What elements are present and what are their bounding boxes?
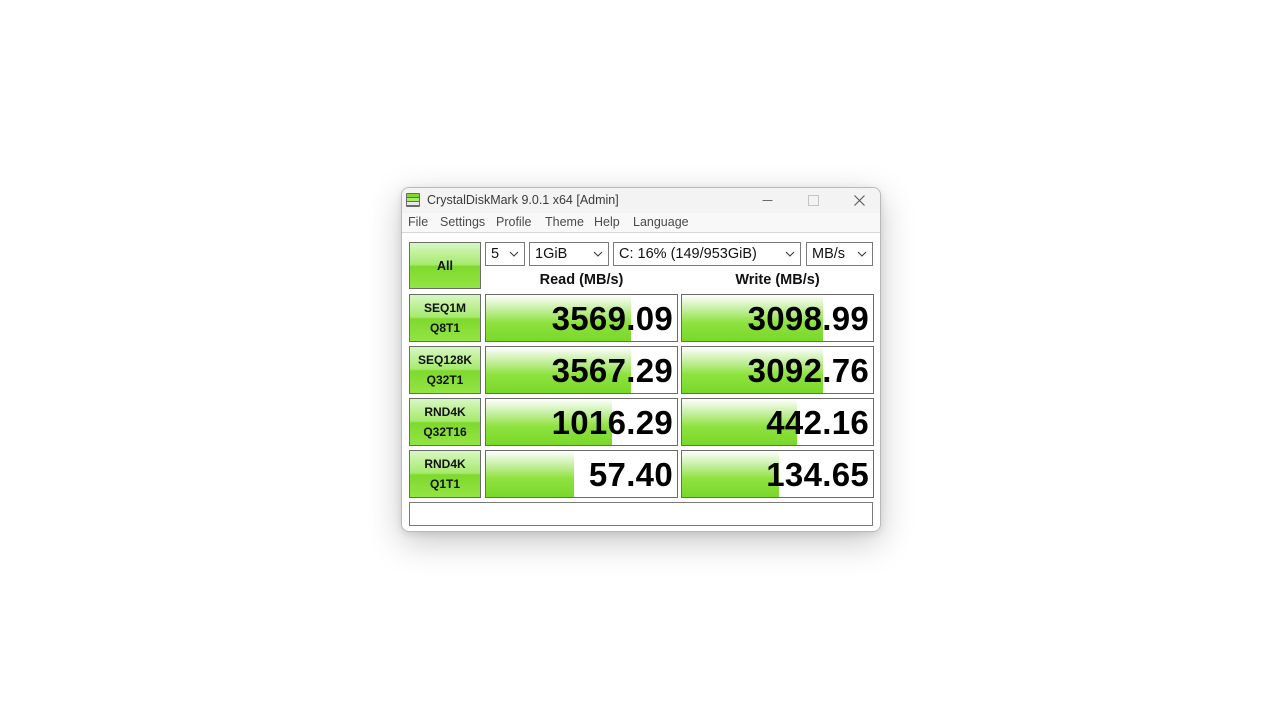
test-button-line2: Q8T1	[429, 321, 460, 335]
read-result-value: 3567.29	[551, 352, 673, 389]
write-result-cell: 3092.76	[681, 346, 874, 394]
test-size-select[interactable]: 1GiB	[529, 242, 609, 266]
write-result-value: 3098.99	[747, 300, 869, 337]
window-title: CrystalDiskMark 9.0.1 x64 [Admin]	[427, 193, 619, 207]
read-result-value: 57.40	[588, 456, 673, 493]
write-result-cell: 3098.99	[681, 294, 874, 342]
menu-file[interactable]: File	[408, 215, 428, 229]
read-result-cell: 3567.29	[485, 346, 678, 394]
write-column-header: Write (MB/s)	[735, 272, 820, 288]
close-icon	[853, 195, 865, 206]
write-result-value: 442.16	[766, 404, 869, 441]
write-progress-fill	[682, 451, 780, 497]
read-column-header: Read (MB/s)	[539, 272, 624, 288]
app-disk-icon	[406, 193, 420, 207]
chevron-down-icon	[857, 251, 867, 257]
chevron-down-icon	[593, 251, 603, 257]
menu-theme[interactable]: Theme	[545, 215, 584, 229]
test-count-select[interactable]: 5	[485, 242, 525, 266]
test-button-line1: RND4K	[424, 405, 466, 419]
menu-language[interactable]: Language	[633, 215, 689, 229]
test-button-line1: SEQ128K	[417, 353, 473, 367]
drive-value: C: 16% (149/953GiB)	[619, 246, 757, 262]
chevron-down-icon	[509, 251, 519, 257]
menu-settings[interactable]: Settings	[440, 215, 485, 229]
test-count-value: 5	[491, 246, 500, 262]
read-result-value: 3569.09	[551, 300, 673, 337]
write-result-cell: 442.16	[681, 398, 874, 446]
comment-field[interactable]	[409, 502, 873, 526]
unit-value: MB/s	[812, 246, 846, 262]
write-result-value: 3092.76	[747, 352, 869, 389]
minimize-icon	[762, 200, 772, 201]
benchmark-panel: All 5 1GiB C: 16% (149/953GiB) MB/s Read…	[402, 233, 880, 531]
close-button[interactable]	[836, 188, 880, 213]
test-button-line2: Q1T1	[429, 477, 460, 491]
read-result-value: 1016.29	[551, 404, 673, 441]
crystaldiskmark-window: CrystalDiskMark 9.0.1 x64 [Admin] File S…	[401, 187, 881, 532]
read-result-cell: 1016.29	[485, 398, 678, 446]
read-result-cell: 57.40	[485, 450, 678, 498]
read-result-cell: 3569.09	[485, 294, 678, 342]
menu-profile[interactable]: Profile	[496, 215, 531, 229]
minimize-button[interactable]	[744, 188, 790, 213]
test-button-seq128k-q32t1[interactable]: SEQ128K Q32T1	[409, 346, 481, 394]
maximize-button[interactable]	[790, 188, 836, 213]
test-button-rnd4k-q1t1[interactable]: RND4K Q1T1	[409, 450, 481, 498]
test-button-line1: RND4K	[424, 457, 466, 471]
title-bar[interactable]: CrystalDiskMark 9.0.1 x64 [Admin]	[402, 188, 880, 213]
unit-select[interactable]: MB/s	[806, 242, 873, 266]
test-button-seq1m-q8t1[interactable]: SEQ1M Q8T1	[409, 294, 481, 342]
test-button-line2: Q32T1	[426, 373, 464, 387]
write-result-cell: 134.65	[681, 450, 874, 498]
test-button-line2: Q32T16	[423, 425, 467, 439]
all-button[interactable]: All	[409, 242, 481, 289]
test-button-rnd4k-q32t16[interactable]: RND4K Q32T16	[409, 398, 481, 446]
maximize-icon	[807, 195, 819, 206]
test-button-line1: SEQ1M	[423, 301, 466, 315]
drive-select[interactable]: C: 16% (149/953GiB)	[613, 242, 801, 266]
chevron-down-icon	[785, 251, 795, 257]
menu-help[interactable]: Help	[594, 215, 620, 229]
read-progress-fill	[486, 451, 574, 497]
write-result-value: 134.65	[766, 456, 869, 493]
menu-bar: File Settings Profile Theme Help Languag…	[402, 213, 880, 233]
test-size-value: 1GiB	[535, 246, 568, 262]
